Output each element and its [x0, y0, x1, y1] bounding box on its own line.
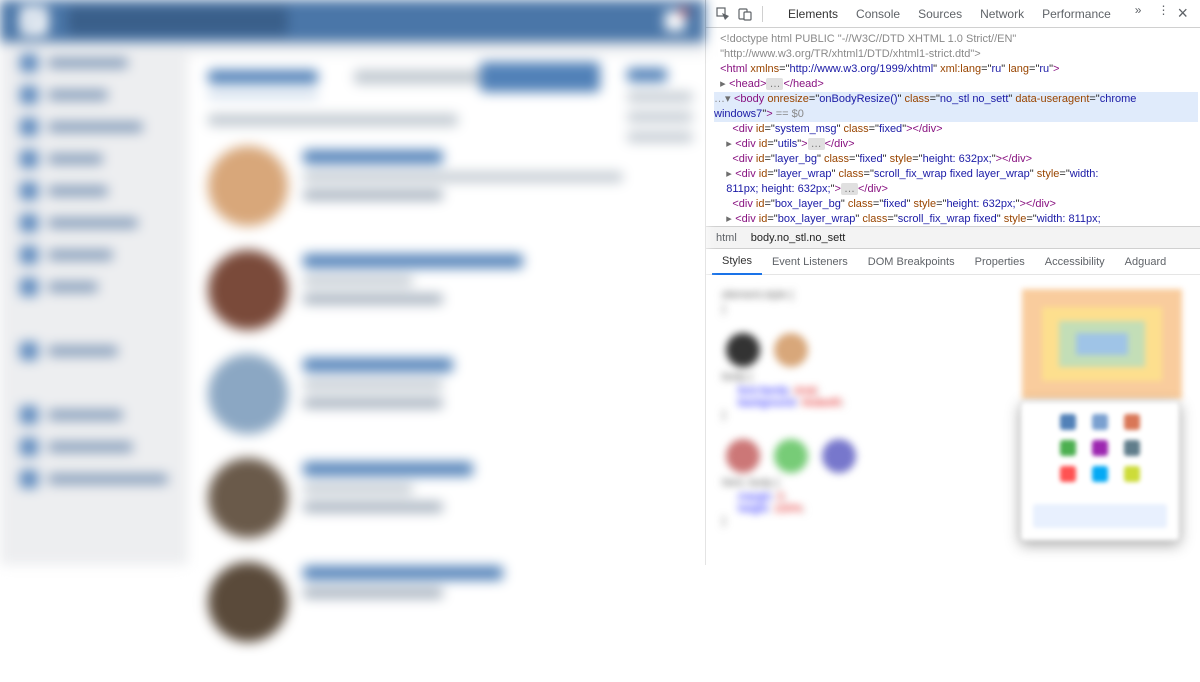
find-friends-button[interactable] — [480, 62, 600, 92]
avatar[interactable] — [208, 146, 288, 226]
device-toggle-icon[interactable] — [736, 5, 754, 23]
inspect-icon[interactable] — [714, 5, 732, 23]
nav-item[interactable] — [20, 246, 170, 264]
color-picker-popup[interactable] — [1020, 401, 1180, 541]
search-hint — [208, 114, 458, 126]
nav-item[interactable] — [20, 406, 170, 424]
devtools-tab-elements[interactable]: Elements — [779, 0, 847, 28]
styles-tab-dom-breakpoints[interactable]: DOM Breakpoints — [858, 249, 965, 275]
avatar[interactable] — [208, 354, 288, 434]
breadcrumb[interactable]: html body.no_stl.no_sett — [706, 226, 1200, 248]
styles-tabs: StylesEvent ListenersDOM BreakpointsProp… — [706, 249, 1200, 275]
nav-item[interactable] — [20, 118, 170, 136]
color-swatch[interactable] — [1092, 440, 1108, 456]
search-input[interactable] — [68, 7, 288, 35]
dom-tree[interactable]: <!doctype html PUBLIC "-//W3C//DTD XHTML… — [706, 28, 1200, 226]
friend-row[interactable] — [208, 354, 685, 434]
nav-item[interactable] — [20, 182, 170, 200]
styles-tab-event-listeners[interactable]: Event Listeners — [762, 249, 858, 275]
color-swatch[interactable] — [1124, 414, 1140, 430]
styles-tab-styles[interactable]: Styles — [712, 249, 762, 275]
devtools-tab-performance[interactable]: Performance — [1033, 0, 1120, 28]
friend-row[interactable] — [208, 146, 685, 226]
styles-tab-properties[interactable]: Properties — [965, 249, 1035, 275]
vk-header: ✔ — [0, 0, 705, 42]
left-nav — [20, 54, 170, 682]
kebab-menu-icon[interactable]: ⋮ — [1157, 3, 1169, 24]
tab-online[interactable] — [354, 70, 484, 84]
avatar[interactable] — [208, 562, 288, 642]
nav-item[interactable] — [20, 438, 170, 456]
box-model-diagram — [1022, 289, 1182, 399]
sidebar-filters — [615, 56, 705, 154]
friend-row[interactable] — [208, 250, 685, 330]
color-swatch[interactable] — [1124, 440, 1140, 456]
nav-item[interactable] — [20, 278, 170, 296]
breadcrumb-item[interactable]: body.no_stl.no_sett — [751, 232, 846, 244]
styles-tab-adguard[interactable]: Adguard — [1115, 249, 1177, 275]
avatar[interactable] — [208, 458, 288, 538]
nav-item[interactable] — [20, 470, 170, 488]
devtools-toolbar: ElementsConsoleSourcesNetworkPerformance… — [706, 0, 1200, 28]
notification-icon[interactable] — [665, 11, 685, 31]
close-devtools-button[interactable]: × — [1173, 3, 1192, 24]
breadcrumb-item[interactable]: html — [716, 232, 737, 244]
color-swatch[interactable] — [1060, 414, 1076, 430]
tabs-overflow-icon[interactable]: » — [1135, 3, 1142, 24]
tab-all-friends[interactable] — [208, 70, 318, 84]
nav-item[interactable] — [20, 342, 170, 360]
color-swatch[interactable] — [1092, 466, 1108, 482]
avatar[interactable] — [208, 250, 288, 330]
devtools-tab-console[interactable]: Console — [847, 0, 909, 28]
nav-item[interactable] — [20, 150, 170, 168]
devtools-panel: ElementsConsoleSourcesNetworkPerformance… — [705, 0, 1200, 565]
nav-item[interactable] — [20, 54, 170, 72]
nav-item[interactable] — [20, 214, 170, 232]
friend-row[interactable] — [208, 562, 685, 642]
background-app-blurred: ✔ — [0, 0, 705, 565]
devtools-tab-network[interactable]: Network — [971, 0, 1033, 28]
colorpicker-action-button[interactable] — [1033, 504, 1167, 528]
color-swatch[interactable] — [1060, 466, 1076, 482]
color-swatch[interactable] — [1124, 466, 1140, 482]
nav-item[interactable] — [20, 86, 170, 104]
styles-tab-accessibility[interactable]: Accessibility — [1035, 249, 1115, 275]
color-swatch[interactable] — [1060, 440, 1076, 456]
friend-row[interactable] — [208, 458, 685, 538]
color-swatch[interactable] — [1092, 414, 1108, 430]
vk-logo-icon: ✔ — [20, 7, 48, 35]
devtools-tab-sources[interactable]: Sources — [909, 0, 971, 28]
